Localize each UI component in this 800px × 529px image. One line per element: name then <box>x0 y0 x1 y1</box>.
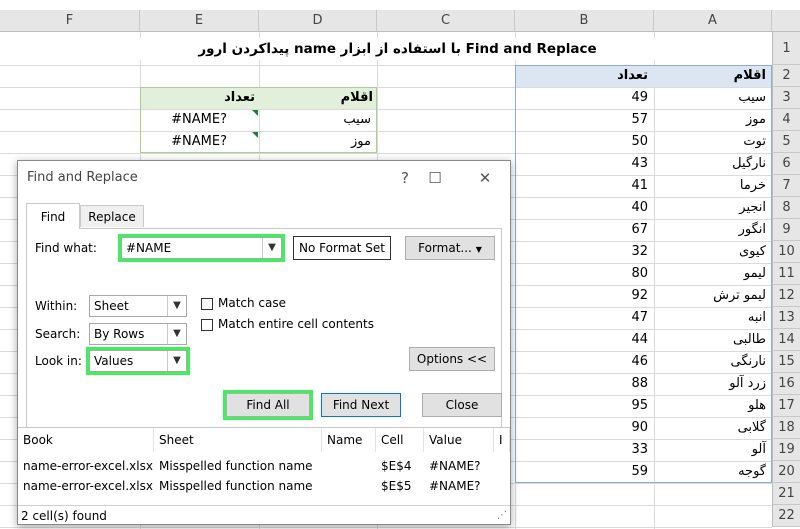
sheet-title: پیداکردن ارور name با استفاده از ابزار F… <box>140 38 655 60</box>
help-icon[interactable]: ? <box>390 166 420 190</box>
result-sheet: Misspelled function name <box>159 479 313 493</box>
maximize-icon[interactable]: ☐ <box>420 166 450 190</box>
dropdown-arrow-icon: ▼ <box>475 245 482 254</box>
result-cell: $E$4 <box>381 459 412 473</box>
result-book: name-error-excel.xlsx <box>23 479 153 493</box>
look-in-value: Values <box>94 354 134 368</box>
within-select[interactable]: Sheet ▼ <box>89 295 187 317</box>
find-replace-dialog: Find and Replace ? ☐ ✕ Find Replace Find… <box>17 160 511 525</box>
row-header[interactable]: 3 <box>772 87 800 109</box>
match-case-label[interactable]: Match case <box>218 296 286 310</box>
row-header[interactable]: 4 <box>772 109 800 131</box>
result-book: name-error-excel.xlsx <box>23 459 153 473</box>
tab-replace-label: Replace <box>88 210 136 224</box>
main-table-border <box>515 65 772 483</box>
result-sheet: Misspelled function name <box>159 459 313 473</box>
chevron-down-icon[interactable]: ▼ <box>167 296 186 316</box>
close-button[interactable]: Close <box>422 393 502 417</box>
look-in-select[interactable]: Values ▼ <box>86 347 190 375</box>
column-header-F[interactable]: F <box>0 10 140 32</box>
search-value: By Rows <box>94 327 145 341</box>
row-header[interactable]: 2 <box>772 65 800 87</box>
select-all-corner[interactable] <box>772 10 800 32</box>
no-format-preview: No Format Set <box>293 236 391 260</box>
row-header[interactable]: 20 <box>772 461 800 483</box>
row-header[interactable]: 10 <box>772 241 800 263</box>
dialog-titlebar[interactable]: Find and Replace ? ☐ ✕ <box>18 161 510 195</box>
row-header[interactable]: 16 <box>772 373 800 395</box>
chevron-down-icon[interactable]: ▼ <box>167 324 186 344</box>
column-header-A[interactable]: A <box>654 10 772 32</box>
row-header[interactable]: 14 <box>772 329 800 351</box>
row-header[interactable]: 6 <box>772 153 800 175</box>
result-value: #NAME? <box>429 479 481 493</box>
search-select[interactable]: By Rows ▼ <box>89 323 187 345</box>
row-header[interactable]: 22 <box>772 505 800 527</box>
row-header[interactable]: 12 <box>772 285 800 307</box>
row-header[interactable]: 7 <box>772 175 800 197</box>
results-header-sheet[interactable]: Sheet <box>154 428 322 452</box>
row-header[interactable]: 15 <box>772 351 800 373</box>
row-header[interactable]: 18 <box>772 417 800 439</box>
gridline <box>0 527 772 528</box>
result-cell: $E$5 <box>381 479 412 493</box>
format-label: Format... <box>418 241 472 255</box>
find-what-input[interactable]: #NAME ▼ <box>118 234 285 262</box>
row-header[interactable]: 9 <box>772 219 800 241</box>
match-case-checkbox[interactable] <box>201 298 213 310</box>
resize-grip-icon[interactable]: ⋰ <box>497 506 507 526</box>
formula-strip <box>0 0 800 10</box>
results-header-formula[interactable]: I <box>494 428 510 452</box>
look-in-label: Look in: <box>35 354 82 368</box>
find-all-button[interactable]: Find All <box>223 390 313 420</box>
find-what-value: #NAME <box>126 241 172 255</box>
row-header[interactable]: 11 <box>772 263 800 285</box>
row-header[interactable]: 17 <box>772 395 800 417</box>
format-button[interactable]: Format... ▼ <box>405 236 495 260</box>
results-header-value[interactable]: Value <box>424 428 494 452</box>
row-header[interactable]: 5 <box>772 131 800 153</box>
column-header-B[interactable]: B <box>515 10 654 32</box>
small-table-border <box>140 87 377 153</box>
chevron-down-icon[interactable]: ▼ <box>167 351 186 371</box>
results-header-cell[interactable]: Cell <box>376 428 424 452</box>
results-header-name[interactable]: Name <box>322 428 376 452</box>
match-entire-label[interactable]: Match entire cell contents <box>218 317 374 331</box>
search-label: Search: <box>35 327 81 341</box>
find-next-button[interactable]: Find Next <box>321 393 401 417</box>
options-button[interactable]: Options << <box>409 347 495 371</box>
status-bar: 2 cell(s) found ⋰ <box>18 505 510 525</box>
match-entire-checkbox[interactable] <box>201 319 213 331</box>
row-header[interactable]: 13 <box>772 307 800 329</box>
status-text: 2 cell(s) found <box>21 509 107 523</box>
within-label: Within: <box>35 299 78 313</box>
result-value: #NAME? <box>429 459 481 473</box>
results-header-book[interactable]: Book <box>18 428 154 452</box>
tab-replace[interactable]: Replace <box>80 205 144 227</box>
row-header[interactable]: 21 <box>772 483 800 505</box>
tab-find-label: Find <box>40 210 66 224</box>
row-header[interactable]: 1 <box>772 32 800 65</box>
dialog-title: Find and Replace <box>27 170 138 185</box>
chevron-down-icon[interactable]: ▼ <box>262 238 281 258</box>
results-list: Book Sheet Name Cell Value I name-error-… <box>18 427 510 506</box>
row-header[interactable]: 8 <box>772 197 800 219</box>
column-header-E[interactable]: E <box>140 10 259 32</box>
row-header[interactable]: 19 <box>772 439 800 461</box>
find-what-label: Find what: <box>35 241 97 255</box>
tab-find[interactable]: Find <box>26 203 80 229</box>
close-icon[interactable]: ✕ <box>470 166 500 190</box>
column-header-D[interactable]: D <box>259 10 377 32</box>
within-value: Sheet <box>94 299 129 313</box>
column-header-C[interactable]: C <box>377 10 515 32</box>
